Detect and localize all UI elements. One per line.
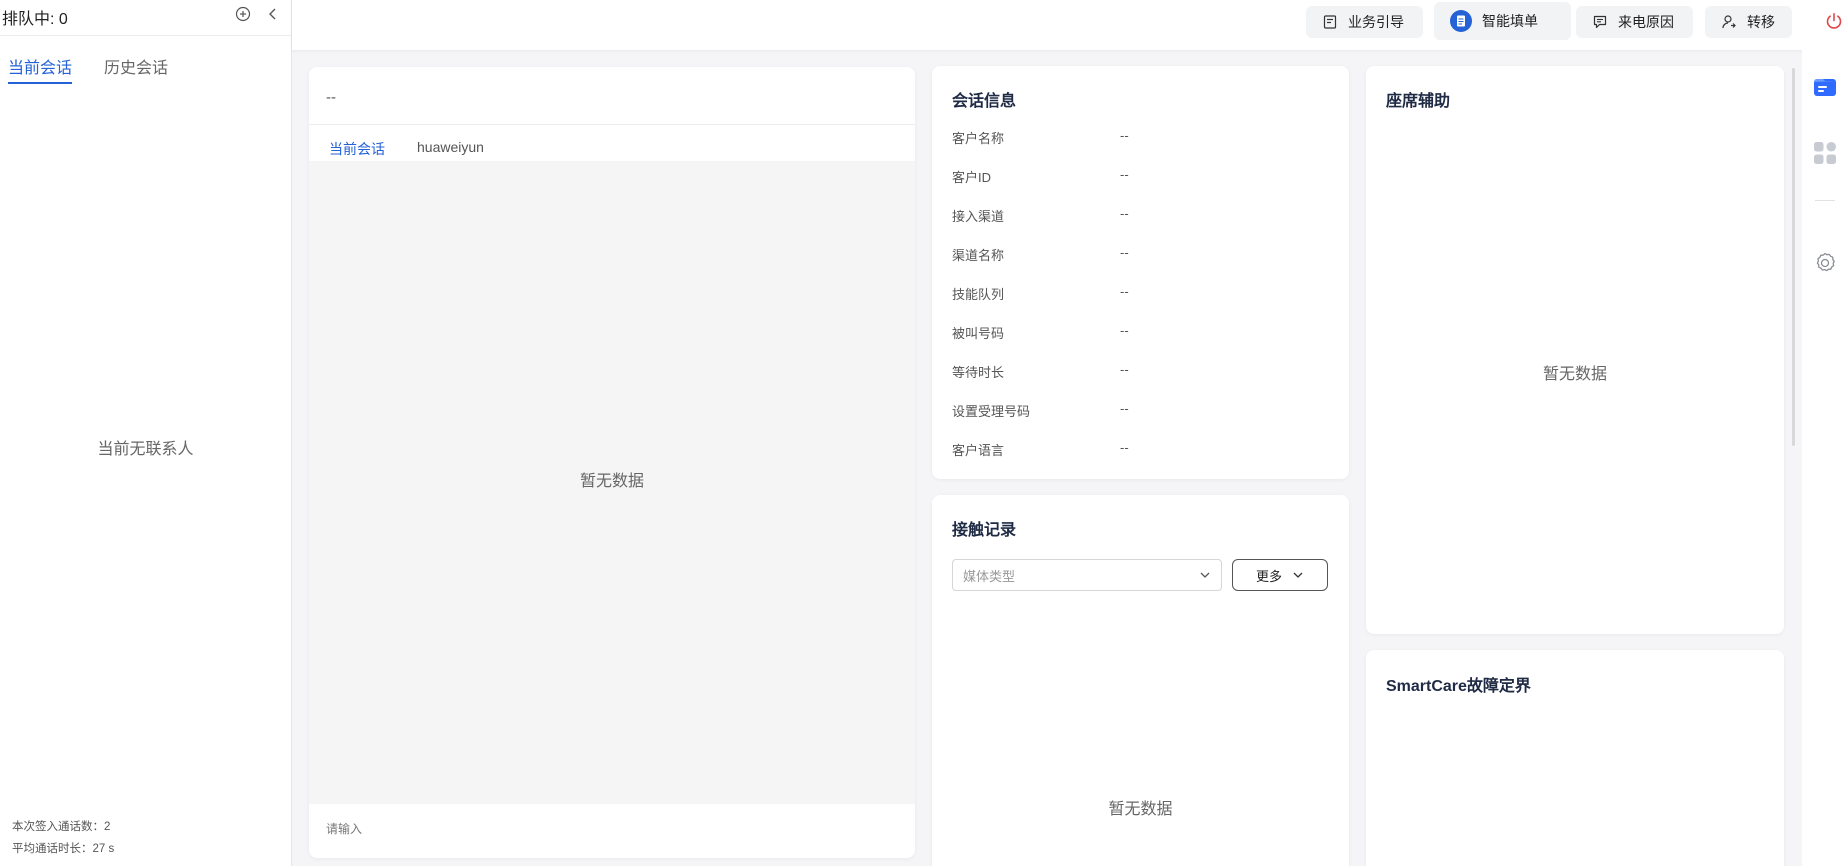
smart-form-button[interactable]: 智能填单 xyxy=(1434,2,1571,40)
transfer-label: 转移 xyxy=(1747,14,1775,30)
sign-in-calls-stat: 本次签入通话数：2 xyxy=(12,821,111,833)
right-tool-rail xyxy=(1802,50,1848,866)
info-label: 设置受理号码 xyxy=(952,404,1031,419)
call-reason-label: 来电原因 xyxy=(1618,14,1674,30)
info-value: -- xyxy=(1120,128,1129,143)
contact-record-empty-text: 暂无数据 xyxy=(1108,801,1173,818)
chat-header: -- xyxy=(309,67,915,125)
session-sidebar: 排队中: 0 当前会话 历史会话 当前无联系人 本次签入通话数：2 平均通话时长… xyxy=(0,0,292,866)
info-value: -- xyxy=(1120,323,1129,338)
chat-messages-area: 暂无数据 xyxy=(309,161,915,804)
call-stats: 本次签入通话数：2 平均通话时长：27 s xyxy=(12,816,114,860)
session-tabs: 当前会话 历史会话 xyxy=(8,54,168,84)
info-value: -- xyxy=(1120,284,1129,299)
smartcare-card: SmartCare故障定界 xyxy=(1366,650,1784,866)
more-button[interactable]: 更多 xyxy=(1232,559,1328,591)
info-label: 客户语言 xyxy=(952,443,1005,458)
transfer-button[interactable]: 转移 xyxy=(1705,6,1792,38)
call-reason-icon xyxy=(1593,15,1607,29)
gear-icon[interactable] xyxy=(1810,248,1840,278)
chat-panel: -- 当前会话 huaweiyun 暂无数据 xyxy=(309,67,915,858)
call-reason-button[interactable]: 来电原因 xyxy=(1576,6,1693,38)
info-label: 被叫号码 xyxy=(952,326,1005,341)
session-info-card: 会话信息 客户名称 -- 客户ID -- 接入渠道 -- 渠道名称 -- 技能队… xyxy=(932,66,1349,479)
collapse-chevron-icon[interactable] xyxy=(264,5,282,23)
smart-form-icon xyxy=(1450,10,1472,32)
guide-icon xyxy=(1323,15,1337,29)
info-label: 渠道名称 xyxy=(952,248,1005,263)
info-label: 等待时长 xyxy=(952,365,1005,380)
power-icon[interactable] xyxy=(1823,10,1845,32)
info-label: 接入渠道 xyxy=(952,209,1005,224)
queue-bar: 排队中: 0 xyxy=(0,0,291,36)
info-value: -- xyxy=(1120,401,1129,416)
more-label: 更多 xyxy=(1255,568,1282,584)
add-circle-icon[interactable] xyxy=(234,5,252,23)
apps-grid-icon[interactable] xyxy=(1810,138,1840,168)
info-value: -- xyxy=(1120,245,1129,260)
chevron-down-icon xyxy=(1293,572,1303,578)
business-guide-button[interactable]: 业务引导 xyxy=(1306,6,1423,38)
media-type-placeholder: 媒体类型 xyxy=(963,568,1016,584)
top-toolbar: 业务引导 智能填单 来电原因 转移 xyxy=(292,0,1848,50)
rail-divider xyxy=(1815,200,1835,201)
tab-current-session[interactable]: 当前会话 xyxy=(8,54,73,84)
chevron-down-icon xyxy=(1200,572,1210,578)
info-label: 客户名称 xyxy=(952,131,1005,146)
chat-message-input[interactable] xyxy=(309,804,915,854)
session-info-title: 会话信息 xyxy=(952,93,1017,110)
agent-assist-title: 座席辅助 xyxy=(1386,93,1451,110)
smartcare-title: SmartCare故障定界 xyxy=(1386,678,1531,695)
no-contacts-text: 当前无联系人 xyxy=(97,441,194,458)
transfer-icon xyxy=(1722,15,1736,29)
info-value: -- xyxy=(1120,167,1129,182)
queue-count-label: 排队中: 0 xyxy=(2,11,68,28)
avg-duration-stat: 平均通话时长：27 s xyxy=(12,843,115,855)
info-label: 客户ID xyxy=(952,170,992,185)
agent-assist-empty-text: 暂无数据 xyxy=(1542,366,1607,383)
workbench-card-icon[interactable] xyxy=(1810,72,1840,102)
contact-record-card: 接触记录 媒体类型 更多 暂无数据 xyxy=(932,495,1349,866)
contact-record-title: 接触记录 xyxy=(952,522,1017,539)
chat-title: -- xyxy=(326,89,336,106)
agent-assist-card: 座席辅助 暂无数据 xyxy=(1366,66,1784,634)
chat-empty-text: 暂无数据 xyxy=(579,473,644,490)
info-value: -- xyxy=(1120,206,1129,221)
info-label: 技能队列 xyxy=(952,287,1005,302)
business-guide-label: 业务引导 xyxy=(1348,14,1404,30)
info-value: -- xyxy=(1120,440,1129,455)
smart-form-label: 智能填单 xyxy=(1482,13,1538,29)
media-type-select[interactable]: 媒体类型 xyxy=(952,559,1222,591)
tab-history-session[interactable]: 历史会话 xyxy=(104,54,168,84)
content-scrollbar[interactable] xyxy=(1792,68,1795,446)
info-value: -- xyxy=(1120,362,1129,377)
